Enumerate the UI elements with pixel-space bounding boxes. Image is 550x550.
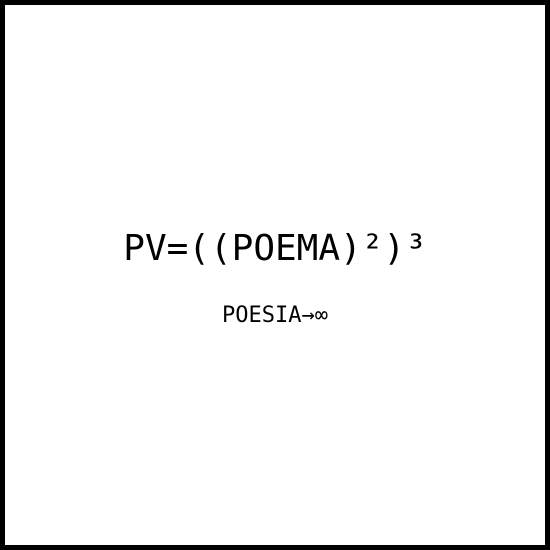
poem-subtitle: POESIA→∞ [222,303,328,328]
artwork-frame: PV=((POEMA)²)³ POESIA→∞ [5,5,545,545]
poem-formula: PV=((POEMA)²)³ [123,228,427,269]
